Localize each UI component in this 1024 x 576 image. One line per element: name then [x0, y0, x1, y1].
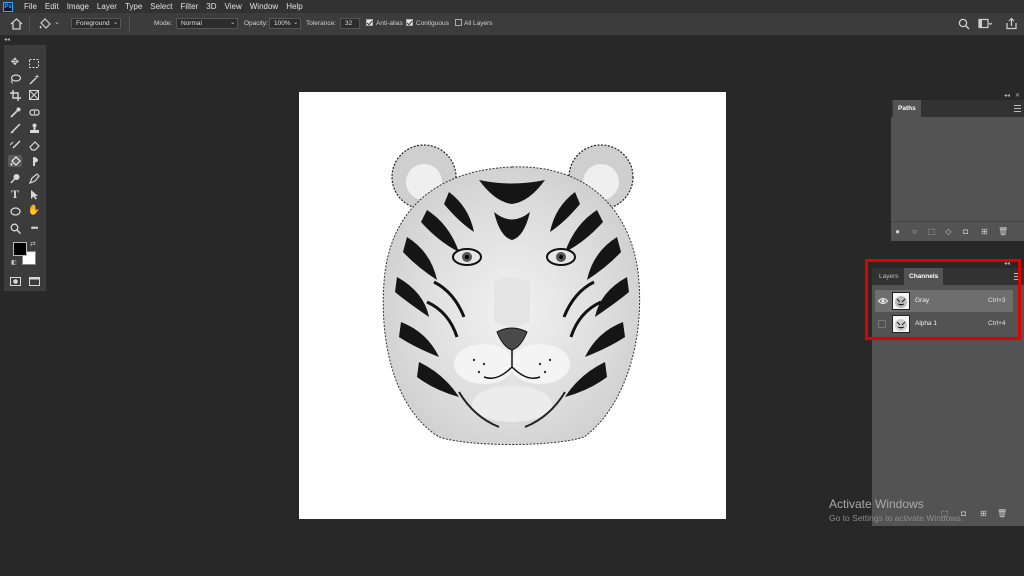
toolbar-collapse-icon[interactable]: ◂◂ [4, 36, 10, 43]
menu-3d[interactable]: 3D [202, 0, 220, 13]
search-icon[interactable] [958, 18, 970, 30]
hand-tool-icon[interactable]: ✋ [27, 205, 41, 217]
lasso-tool-icon[interactable] [8, 73, 22, 85]
contiguous-checkbox[interactable] [406, 19, 413, 26]
options-bar: ⌄ Foreground ⌄ Mode: Normal ⌄ Opacity: 1… [0, 13, 1024, 36]
highlight-box [865, 259, 1021, 340]
load-selection-icon[interactable]: ⬚ [927, 227, 936, 236]
chevron-down-icon: ⌄ [113, 19, 119, 26]
new-channel-icon[interactable]: ⊞ [979, 509, 988, 518]
ellipse-tool-icon[interactable] [8, 205, 22, 217]
type-tool-icon[interactable]: T [8, 188, 22, 200]
paint-bucket-tool-icon[interactable] [8, 155, 22, 167]
new-path-icon[interactable]: ⊞ [980, 227, 989, 236]
menu-file[interactable]: File [20, 0, 41, 13]
panel-collapse-icon[interactable]: ◂◂ [1004, 92, 1010, 99]
path-selection-icon[interactable] [27, 188, 41, 200]
menu-type[interactable]: Type [121, 0, 146, 13]
watermark-subtitle: Go to Settings to activate Windows. [829, 513, 964, 523]
paint-bucket-icon[interactable] [38, 17, 52, 30]
frame-tool-icon[interactable] [27, 89, 41, 101]
panel-close-icon[interactable]: ✕ [1015, 92, 1020, 99]
tolerance-label: Tolerance: [306, 20, 336, 27]
menu-edit[interactable]: Edit [41, 0, 63, 13]
mask-icon[interactable]: ◘ [961, 227, 970, 236]
healing-brush-icon[interactable] [27, 106, 41, 118]
fill-path-icon[interactable]: ● [893, 227, 902, 236]
workspace-icon[interactable] [978, 18, 992, 30]
eraser-icon[interactable] [27, 139, 41, 151]
menu-view[interactable]: View [221, 0, 246, 13]
anti-alias-checkbox[interactable] [366, 19, 373, 26]
marquee-tool-icon[interactable] [27, 57, 41, 69]
tab-paths[interactable]: Paths [893, 100, 921, 117]
menu-select[interactable]: Select [146, 0, 176, 13]
stroke-path-icon[interactable]: ○ [910, 227, 919, 236]
history-brush-icon[interactable] [8, 139, 22, 151]
menu-layer[interactable]: Layer [93, 0, 121, 13]
screen-mode-icon[interactable] [27, 275, 41, 287]
tiger-head-image [382, 144, 641, 445]
crop-tool-icon[interactable] [8, 89, 22, 101]
tool-preset-chevron-icon[interactable]: ⌄ [54, 18, 60, 26]
menu-filter[interactable]: Filter [177, 0, 203, 13]
document-canvas[interactable] [299, 92, 726, 519]
zoom-tool-icon[interactable] [8, 222, 22, 234]
tools-panel: ✥ T ✋ ••• ⇄ ◧ [3, 44, 47, 292]
quick-mask-icon[interactable] [8, 275, 22, 287]
watermark-title: Activate Windows [829, 497, 924, 511]
trash-icon[interactable]: 🗑 [998, 227, 1008, 236]
tolerance-input[interactable]: 32 [340, 18, 360, 29]
default-colors-icon[interactable]: ◧ [11, 259, 17, 266]
make-work-path-icon[interactable]: ◇ [944, 227, 953, 236]
home-icon[interactable] [10, 18, 23, 30]
panel-menu-icon[interactable] [1014, 105, 1021, 112]
menu-bar: Ps File Edit Image Layer Type Select Fil… [0, 0, 1024, 13]
mode-label: Mode: [154, 20, 173, 27]
clone-stamp-icon[interactable] [27, 122, 41, 134]
share-icon[interactable] [1005, 17, 1018, 30]
menu-help[interactable]: Help [282, 0, 306, 13]
brush-tool-icon[interactable] [8, 122, 22, 134]
photoshop-logo[interactable]: Ps [3, 1, 13, 12]
paths-footer: ● ○ ⬚ ◇ ◘ ⊞ 🗑 [891, 221, 1024, 242]
activate-windows-watermark: Activate Windows Go to Settings to activ… [829, 497, 963, 523]
opacity-label: Opacity: [244, 20, 268, 27]
menu-window[interactable]: Window [246, 0, 282, 13]
all-layers-label: All Layers [464, 20, 493, 27]
smudge-icon[interactable] [27, 155, 41, 167]
foreground-color-swatch-front[interactable] [13, 242, 27, 256]
eyedropper-icon[interactable] [8, 106, 22, 118]
menu-image[interactable]: Image [63, 0, 93, 13]
chevron-down-icon: ⌄ [293, 19, 299, 26]
swap-colors-icon[interactable]: ⇄ [30, 240, 36, 248]
all-layers-checkbox[interactable] [455, 19, 462, 26]
mode-select[interactable]: Normal [176, 18, 238, 29]
pen-tool-icon[interactable] [27, 172, 41, 184]
move-tool-icon[interactable]: ✥ [8, 57, 22, 69]
contiguous-label: Contiguous [416, 20, 449, 27]
magic-wand-icon[interactable] [27, 73, 41, 85]
dodge-icon[interactable] [8, 172, 22, 184]
more-tools-icon[interactable]: ••• [27, 222, 41, 234]
anti-alias-label: Anti-alias [376, 20, 403, 27]
trash-icon[interactable]: 🗑 [997, 509, 1007, 518]
paths-panel: Paths ● ○ ⬚ ◇ ◘ ⊞ 🗑 [891, 100, 1024, 241]
chevron-down-icon: ⌄ [230, 19, 236, 26]
